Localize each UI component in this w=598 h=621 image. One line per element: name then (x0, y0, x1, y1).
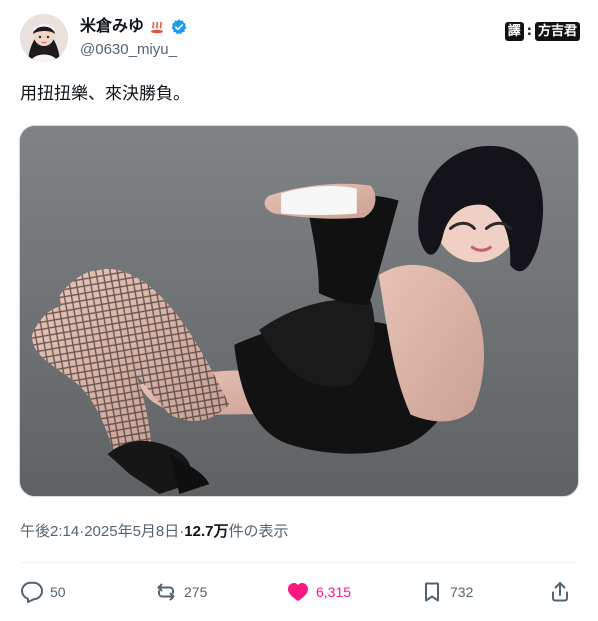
tweet-photo[interactable] (19, 125, 579, 497)
tweet-meta: 午後2:14 · 2025年5月8日 · 12.7万 件の表示 (20, 520, 288, 541)
repost-icon (154, 580, 178, 604)
repost-count: 275 (184, 584, 208, 600)
bookmark-icon (420, 580, 444, 604)
reply-count: 50 (50, 584, 66, 600)
view-count[interactable]: 12.7万 (184, 520, 228, 541)
hot-springs-icon (148, 18, 166, 36)
watermark-right: 方吉君 (534, 22, 580, 41)
bookmark-button[interactable]: 732 (420, 572, 473, 612)
view-label: 件の表示 (228, 523, 289, 540)
actions-divider (20, 562, 578, 563)
share-button[interactable] (548, 572, 572, 612)
tweet-text: 用扭扭樂、來決勝負。 (20, 84, 190, 103)
repost-button[interactable]: 275 (154, 572, 207, 612)
display-name[interactable]: 米倉みゆ (80, 17, 144, 37)
translator-watermark: 譯 : 方吉君 (504, 22, 580, 41)
watermark-separator: : (526, 24, 532, 39)
avatar[interactable] (20, 14, 68, 62)
reply-icon (20, 580, 44, 604)
share-icon (548, 580, 572, 604)
tweet-date[interactable]: 2025年5月8日 (84, 520, 179, 541)
reply-button[interactable]: 50 (20, 572, 66, 612)
watermark-left: 譯 (504, 22, 524, 41)
tweet-actions: 50 275 6,315 732 (20, 572, 578, 612)
author-handle[interactable]: @0630_miyu_ (80, 41, 177, 58)
heart-icon (286, 580, 310, 604)
tweet-time[interactable]: 午後2:14 (20, 520, 79, 541)
like-count: 6,315 (316, 584, 352, 600)
author-name-row: 米倉みゆ (80, 16, 188, 38)
bookmark-count: 732 (450, 584, 474, 600)
tweet-header: 米倉みゆ @0630_miyu_ 譯 : 方吉君 (20, 14, 580, 64)
like-button[interactable]: 6,315 (286, 572, 351, 612)
verified-badge-icon (170, 18, 188, 36)
